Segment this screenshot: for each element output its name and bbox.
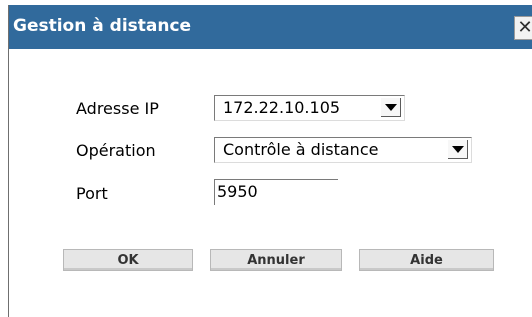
- ip-address-select[interactable]: 172.22.10.105: [214, 95, 405, 121]
- port-label: Port: [76, 184, 108, 203]
- remote-management-dialog: Gestion à distance ✕ Adresse IP 172.22.1…: [8, 5, 532, 317]
- ip-address-value: 172.22.10.105: [223, 98, 341, 117]
- cancel-button[interactable]: Annuler: [210, 249, 342, 271]
- ip-address-label: Adresse IP: [76, 99, 159, 118]
- title-bar: Gestion à distance ✕: [9, 5, 532, 49]
- ok-button[interactable]: OK: [63, 249, 193, 271]
- chevron-down-icon[interactable]: [381, 98, 401, 117]
- close-icon: ✕: [517, 17, 532, 38]
- dialog-title: Gestion à distance: [13, 16, 192, 36]
- chevron-down-icon[interactable]: [448, 140, 468, 159]
- port-value: 5950: [217, 182, 258, 201]
- port-input[interactable]: 5950: [214, 179, 338, 205]
- operation-select[interactable]: Contrôle à distance: [214, 137, 472, 163]
- help-button[interactable]: Aide: [359, 249, 494, 271]
- close-button[interactable]: ✕: [514, 16, 532, 40]
- operation-value: Contrôle à distance: [223, 140, 379, 159]
- operation-label: Opération: [76, 141, 156, 160]
